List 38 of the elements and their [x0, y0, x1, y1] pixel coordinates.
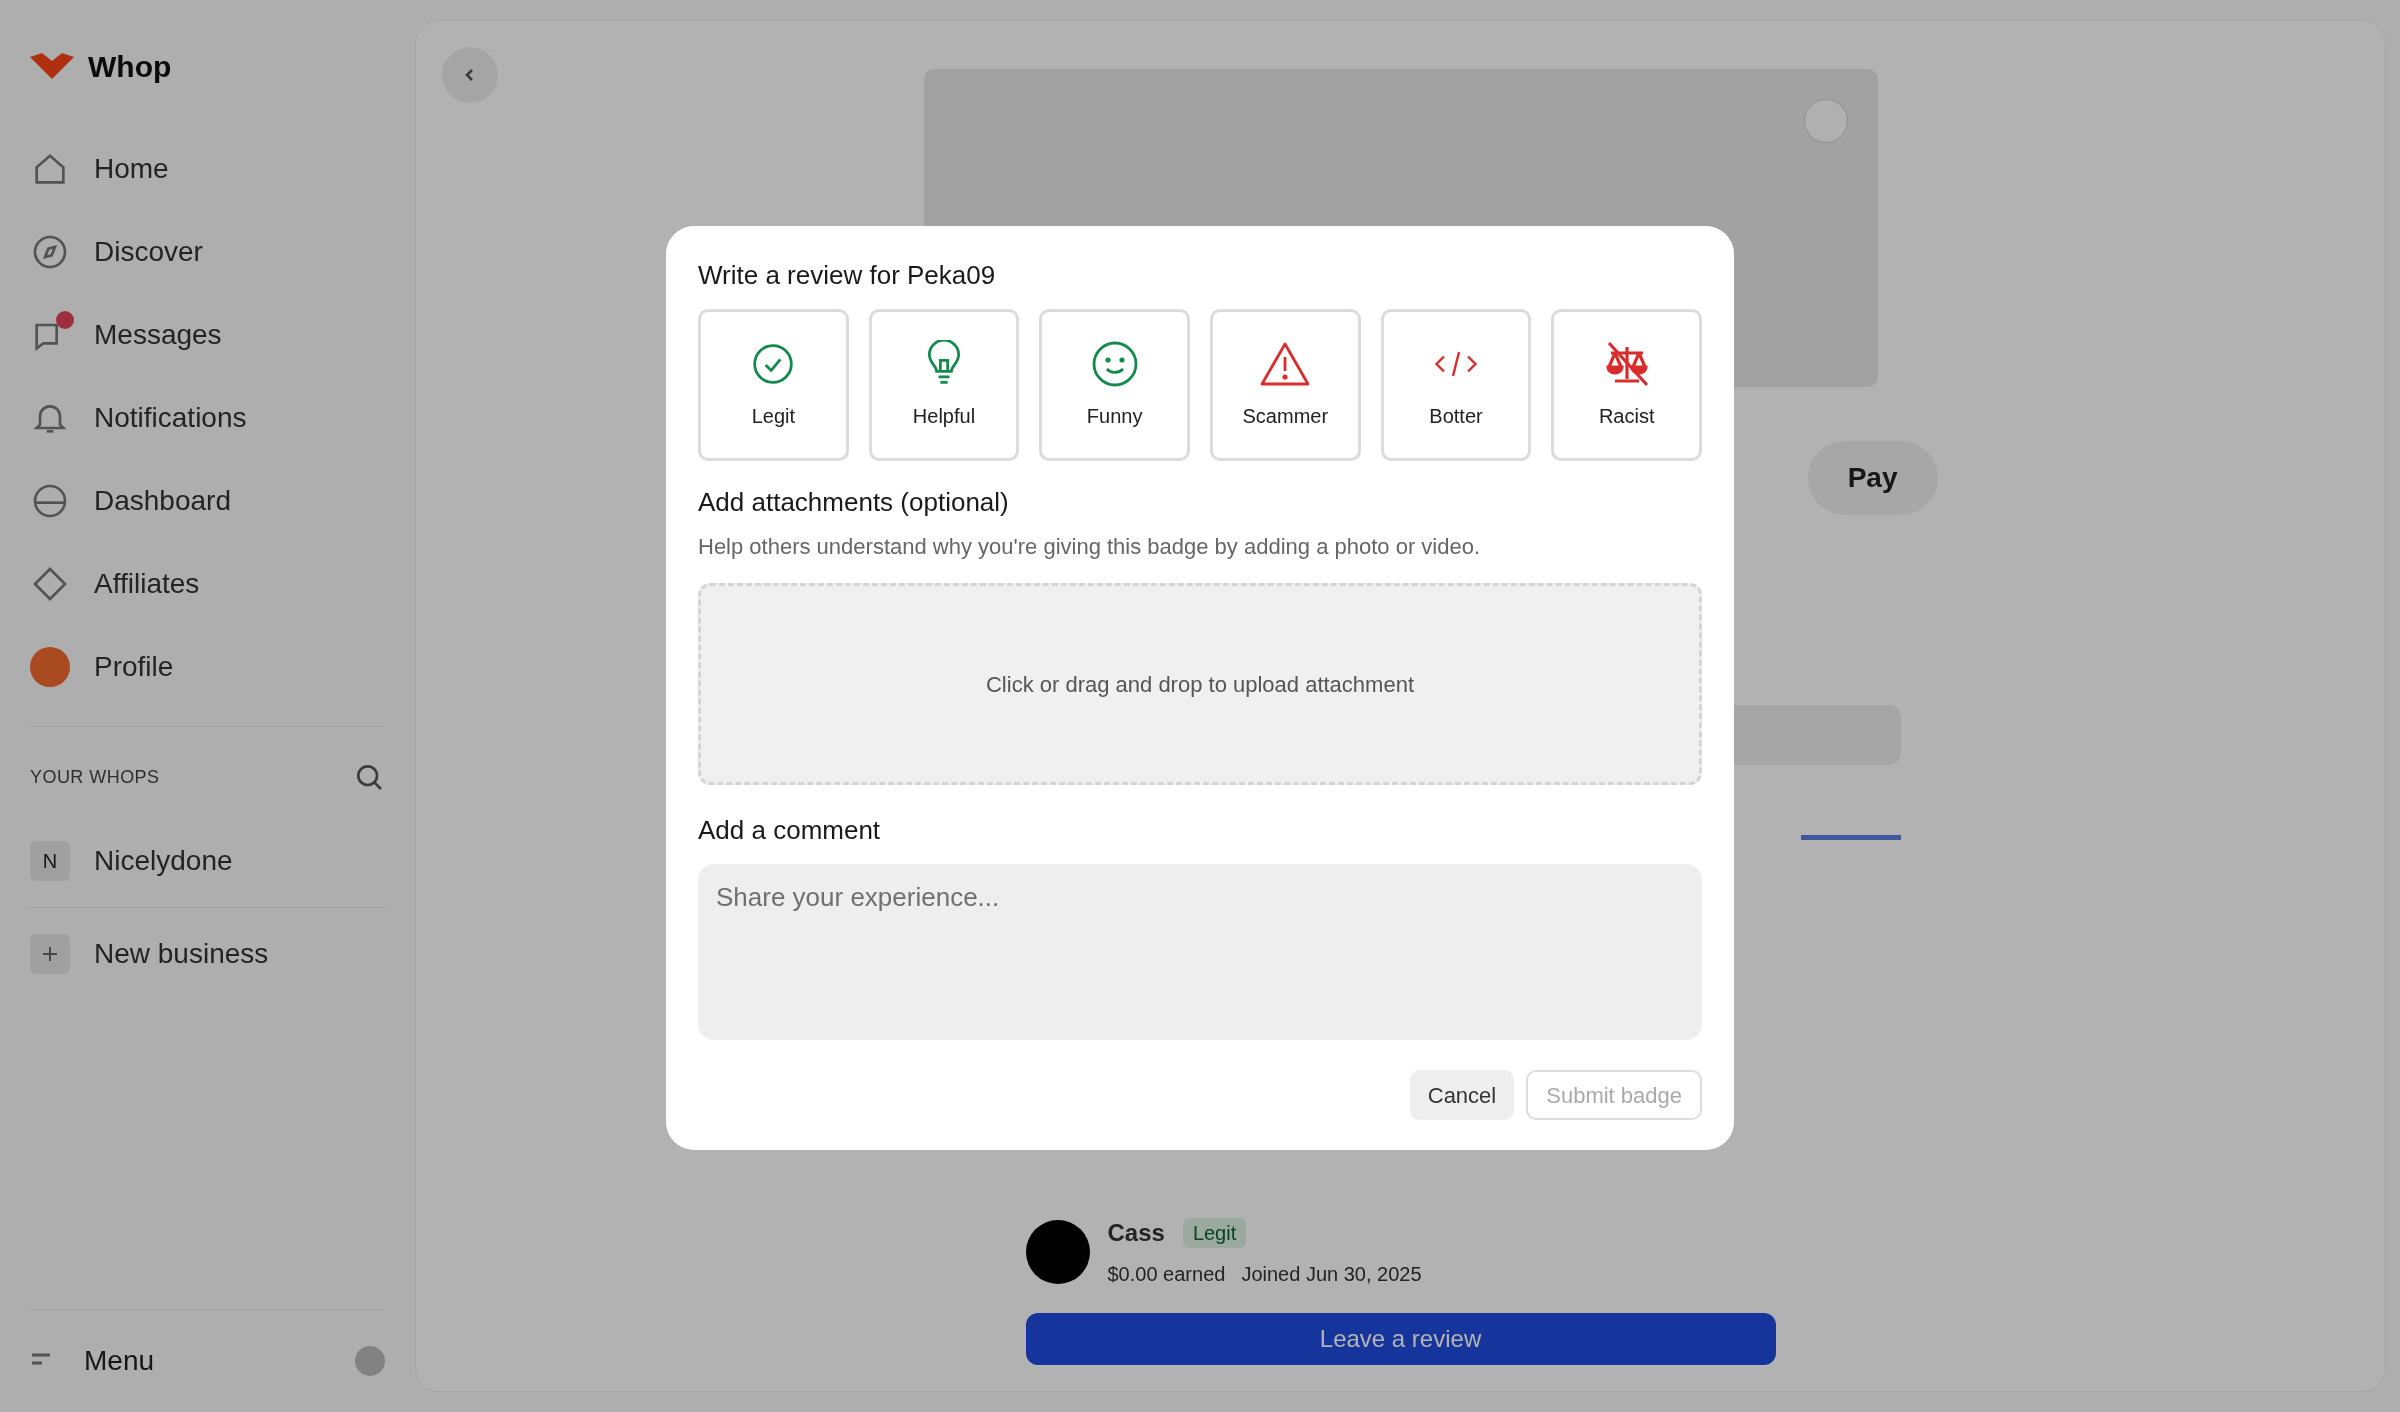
comment-field[interactable]: Share your experience... — [698, 864, 1702, 1040]
nav-item[interactable]: Notifications — [94, 397, 247, 439]
nav-item[interactable]: Home — [94, 148, 169, 190]
badge-option[interactable]: Scammer — [1210, 309, 1361, 461]
nav-item[interactable]: Profile — [94, 646, 174, 688]
badge-option[interactable]: Funny — [1039, 309, 1190, 461]
reviewer-name: Cass — [1107, 1218, 1165, 1248]
section-title: YOUR WHOPS — [30, 765, 160, 789]
badge-option[interactable]: Botter — [1380, 309, 1532, 461]
brand-name: Whop — [88, 48, 172, 85]
whop-item[interactable]: New business — [94, 932, 269, 975]
attachments-heading: Add attachments (optional) — [698, 486, 1010, 519]
help-icon[interactable] — [355, 1346, 385, 1376]
badge-option[interactable]: Racist — [1551, 309, 1702, 461]
leave-review-button[interactable]: Leave a review — [1025, 1313, 1776, 1365]
badge-option[interactable]: Legit — [698, 309, 849, 461]
legit-tag: Legit — [1182, 1218, 1247, 1248]
earned-text: $0.00 earned — [1107, 1262, 1226, 1287]
whop-item[interactable]: Nicelydone — [94, 840, 233, 882]
nav-item[interactable]: Affiliates — [94, 563, 200, 605]
attachments-hint: Help others understand why you're giving this badge by adding a photo or video. — [698, 533, 1482, 561]
cancel-button[interactable]: Cancel — [1409, 1070, 1515, 1120]
upload-dropzone[interactable]: Click or drag and drop to upload attachment — [698, 583, 1702, 785]
badge-option[interactable]: Helpful — [868, 309, 1020, 461]
nav-item[interactable]: Dashboard — [94, 480, 231, 522]
back-button[interactable] — [442, 47, 498, 103]
logo-icon — [30, 53, 74, 79]
nav-item[interactable]: Messages — [94, 314, 222, 356]
more-button[interactable] — [1803, 99, 1848, 143]
dialog-title: Write a review for Peka09 — [698, 259, 997, 292]
plus-icon — [30, 933, 70, 974]
menu-button[interactable]: Menu — [84, 1340, 155, 1382]
whop-logo: N — [30, 841, 70, 881]
profile-avatar-icon — [30, 647, 70, 687]
pay-button[interactable]: Pay — [1807, 441, 1938, 515]
joined-date: Joined Jun 30, 2025 — [1241, 1262, 1422, 1287]
comment-heading: Add a comment — [698, 814, 882, 847]
nav-item[interactable]: Discover — [94, 231, 203, 273]
